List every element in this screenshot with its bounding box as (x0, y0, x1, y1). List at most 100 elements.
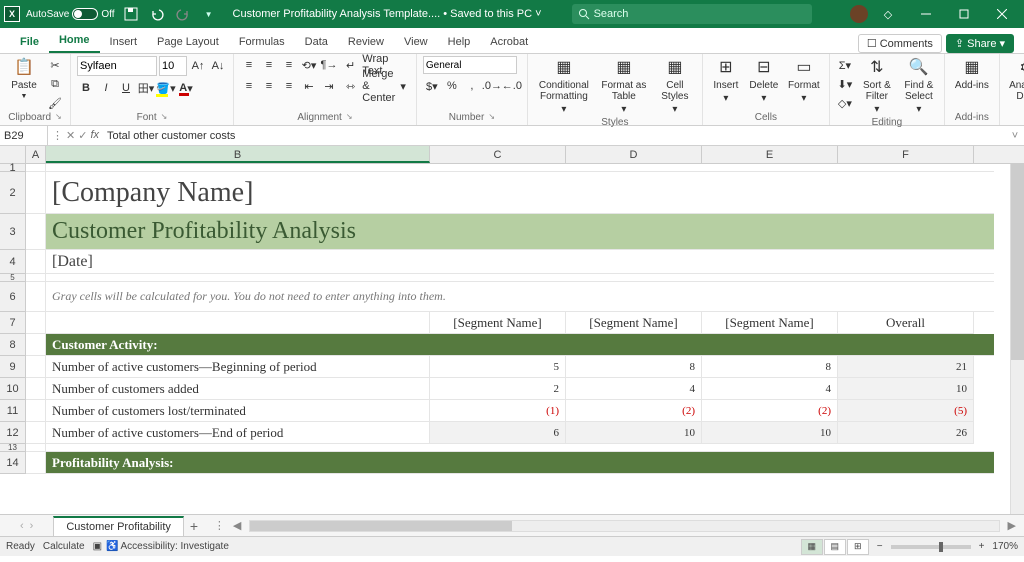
accessibility-icon[interactable]: ♿ (106, 541, 118, 552)
row-header-3[interactable]: 3 (0, 214, 26, 250)
tab-acrobat[interactable]: Acrobat (480, 32, 538, 53)
document-title[interactable]: Customer Profitability Analysis Template… (233, 8, 542, 20)
user-avatar[interactable] (850, 5, 868, 23)
row-header-14[interactable]: 14 (0, 452, 26, 474)
cut-icon[interactable]: ✂ (46, 56, 64, 74)
merge-center-button[interactable]: ⇿ Merge & Center ▾ (342, 77, 410, 95)
row-header-1[interactable]: 1 (0, 164, 26, 172)
zoom-level[interactable]: 170% (992, 541, 1018, 552)
section-profitability[interactable]: Profitability Analysis: (46, 452, 994, 474)
row9-d[interactable]: 8 (566, 356, 702, 378)
col-header-F[interactable]: F (838, 146, 974, 163)
row-header-5[interactable]: 5 (0, 274, 26, 282)
sheet-tab-customer-profitability[interactable]: Customer Profitability (53, 516, 184, 536)
normal-view-icon[interactable]: ▦ (801, 539, 823, 555)
tab-file[interactable]: File (10, 32, 49, 53)
borders-icon[interactable]: 田▾ (137, 79, 155, 97)
row11-d[interactable]: (2) (566, 400, 702, 422)
number-dialog-launcher[interactable]: ↘ (488, 112, 495, 123)
row12-label[interactable]: Number of active customers—End of period (46, 422, 430, 444)
company-name-cell[interactable]: [Company Name] (46, 172, 994, 214)
col-header-D[interactable]: D (566, 146, 702, 163)
find-select-button[interactable]: 🔍Find & Select▾ (900, 56, 938, 117)
date-cell[interactable]: [Date] (46, 250, 994, 274)
increase-font-icon[interactable]: A↑ (189, 57, 207, 75)
number-format-combo[interactable] (423, 56, 517, 74)
align-center-icon[interactable]: ≡ (260, 77, 278, 95)
row9-c[interactable]: 5 (430, 356, 566, 378)
horizontal-scrollbar-thumb[interactable] (250, 521, 512, 531)
row-header-10[interactable]: 10 (0, 378, 26, 400)
align-middle-icon[interactable]: ≡ (260, 56, 278, 74)
row-header-7[interactable]: 7 (0, 312, 26, 334)
row10-c[interactable]: 2 (430, 378, 566, 400)
add-sheet-button[interactable]: + (184, 518, 204, 534)
font-dialog-launcher[interactable]: ↘ (161, 112, 168, 123)
sheet-nav-prev-icon[interactable]: ‹ (20, 520, 24, 532)
row-header-9[interactable]: 9 (0, 356, 26, 378)
row-header-2[interactable]: 2 (0, 172, 26, 214)
insert-cells-button[interactable]: ⊞Insert▾ (709, 56, 743, 106)
comments-button[interactable]: ☐ Comments (858, 34, 942, 53)
accounting-icon[interactable]: $▾ (423, 77, 441, 95)
section-customer-activity[interactable]: Customer Activity: (46, 334, 994, 356)
page-break-view-icon[interactable]: ⊞ (847, 539, 869, 555)
row-header-11[interactable]: 11 (0, 400, 26, 422)
hscroll-left-icon[interactable]: ◀ (233, 519, 241, 532)
underline-icon[interactable]: U (117, 79, 135, 97)
decrease-indent-icon[interactable]: ⇤ (300, 77, 318, 95)
coming-soon-icon[interactable]: ◇ (870, 0, 906, 28)
macro-record-icon[interactable]: ▣ (93, 541, 102, 552)
vertical-scrollbar[interactable] (1010, 164, 1024, 514)
tab-help[interactable]: Help (438, 32, 481, 53)
align-right-icon[interactable]: ≡ (280, 77, 298, 95)
analyze-data-button[interactable]: ⛭Analyze Data (1006, 56, 1024, 104)
row9-e[interactable]: 8 (702, 356, 838, 378)
align-top-icon[interactable]: ≡ (240, 56, 258, 74)
cell-grid[interactable]: [Company Name] Customer Profitability An… (26, 164, 1024, 474)
zoom-slider[interactable] (891, 545, 971, 549)
bold-icon[interactable]: B (77, 79, 95, 97)
decrease-decimal-icon[interactable]: ←.0 (503, 77, 521, 95)
orientation-icon[interactable]: ⟲▾ (300, 56, 318, 74)
tab-view[interactable]: View (394, 32, 438, 53)
fx-icon[interactable]: fx (90, 129, 99, 142)
tab-review[interactable]: Review (338, 32, 394, 53)
col-header-E[interactable]: E (702, 146, 838, 163)
maximize-button[interactable] (946, 0, 982, 28)
row-header-6[interactable]: 6 (0, 282, 26, 312)
align-bottom-icon[interactable]: ≡ (280, 56, 298, 74)
format-cells-button[interactable]: ▭Format▾ (785, 56, 823, 106)
font-name-combo[interactable] (77, 56, 157, 76)
clipboard-dialog-launcher[interactable]: ↘ (55, 112, 62, 123)
minimize-button[interactable] (908, 0, 944, 28)
row9-label[interactable]: Number of active customers—Beginning of … (46, 356, 430, 378)
ltr-icon[interactable]: ¶→ (320, 56, 338, 74)
comma-icon[interactable]: , (463, 77, 481, 95)
decrease-font-icon[interactable]: A↓ (209, 57, 227, 75)
undo-icon[interactable] (147, 4, 167, 24)
row12-e[interactable]: 10 (702, 422, 838, 444)
search-input[interactable]: Search (572, 4, 812, 24)
paste-button[interactable]: 📋 Paste▼ (6, 56, 42, 103)
row-header-4[interactable]: 4 (0, 250, 26, 274)
increase-indent-icon[interactable]: ⇥ (320, 77, 338, 95)
name-box[interactable]: B29 (0, 126, 48, 145)
font-color-icon[interactable]: A▾ (177, 79, 195, 97)
row10-f[interactable]: 10 (838, 378, 974, 400)
clear-icon[interactable]: ◇▾ (836, 94, 854, 112)
close-button[interactable] (984, 0, 1020, 28)
row9-f[interactable]: 21 (838, 356, 974, 378)
delete-cells-button[interactable]: ⊟Delete▾ (747, 56, 781, 106)
formula-input[interactable]: Total other customer costs (103, 130, 1006, 142)
alignment-dialog-launcher[interactable]: ↘ (346, 112, 353, 123)
row12-f[interactable]: 26 (838, 422, 974, 444)
redo-icon[interactable] (173, 4, 193, 24)
format-painter-icon[interactable]: 🖌 (46, 94, 64, 112)
row-header-12[interactable]: 12 (0, 422, 26, 444)
align-left-icon[interactable]: ≡ (240, 77, 258, 95)
col-header-C[interactable]: C (430, 146, 566, 163)
zoom-out-icon[interactable]: − (877, 541, 883, 552)
row11-e[interactable]: (2) (702, 400, 838, 422)
tab-data[interactable]: Data (295, 32, 338, 53)
